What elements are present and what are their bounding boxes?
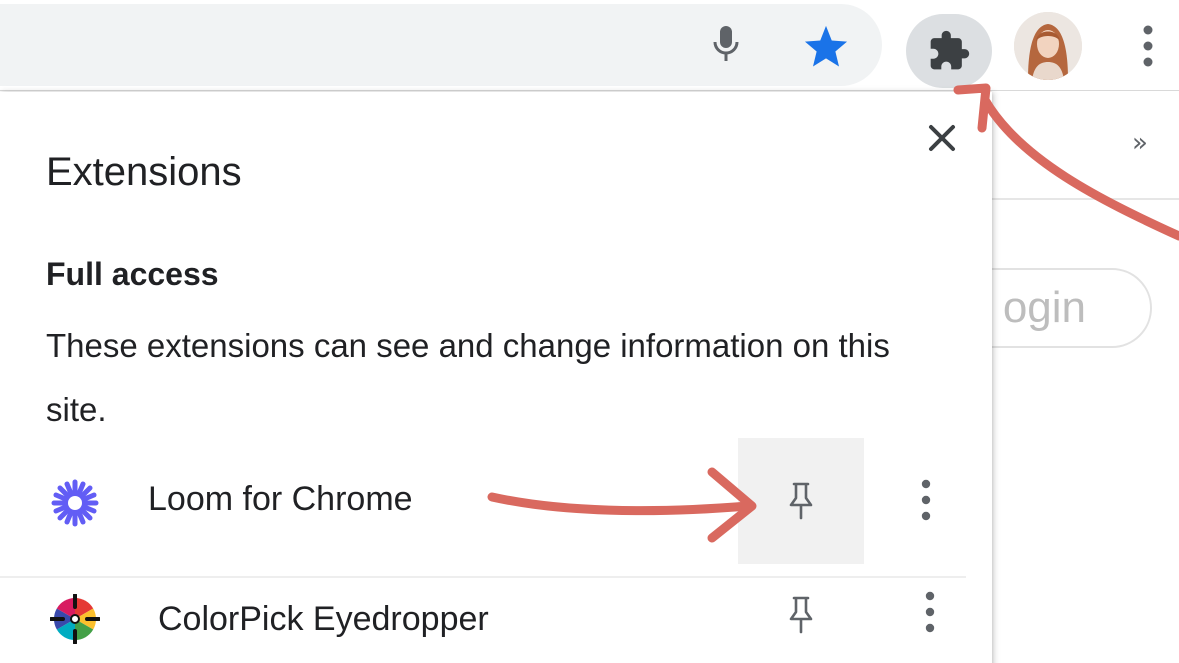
extension-name: ColorPick Eyedropper bbox=[158, 600, 489, 638]
page-divider bbox=[990, 198, 1179, 200]
more-vert-icon bbox=[925, 591, 935, 633]
pin-button[interactable] bbox=[738, 552, 864, 663]
login-button-label: ogin bbox=[1002, 283, 1086, 332]
pin-button[interactable] bbox=[738, 438, 864, 564]
screenshot: » ogin Extensions Full access These exte… bbox=[0, 0, 1179, 663]
popup-title: Extensions bbox=[46, 150, 242, 194]
extension-name: Loom for Chrome bbox=[148, 480, 413, 518]
extension-more-button[interactable] bbox=[910, 572, 950, 652]
loom-icon bbox=[48, 476, 102, 530]
extensions-button[interactable] bbox=[906, 14, 992, 88]
close-icon bbox=[929, 125, 955, 151]
browser-menu-button[interactable] bbox=[1128, 18, 1168, 74]
more-vert-icon bbox=[1143, 25, 1153, 67]
avatar-photo bbox=[1014, 12, 1082, 80]
profile-avatar[interactable] bbox=[1014, 12, 1082, 80]
extension-row-loom[interactable]: Loom for Chrome bbox=[0, 438, 966, 564]
bookmark-star-button[interactable] bbox=[798, 18, 854, 74]
more-vert-icon bbox=[921, 479, 931, 521]
bookmarks-overflow-chevron[interactable]: » bbox=[1132, 128, 1148, 158]
extensions-popup: Extensions Full access These extensions … bbox=[0, 92, 992, 663]
extension-more-button[interactable] bbox=[906, 460, 946, 540]
star-icon bbox=[804, 25, 848, 67]
extension-row-colorpick[interactable]: ColorPick Eyedropper bbox=[0, 558, 966, 663]
pin-icon bbox=[789, 482, 813, 520]
close-button[interactable] bbox=[920, 116, 964, 160]
extensions-puzzle-icon bbox=[930, 30, 970, 70]
section-description: These extensions can see and change info… bbox=[46, 327, 890, 428]
section-title: Full access bbox=[46, 256, 219, 292]
pin-icon bbox=[789, 596, 813, 634]
colorpick-icon bbox=[48, 592, 102, 646]
voice-search-button[interactable] bbox=[700, 18, 752, 70]
browser-toolbar bbox=[0, 0, 1179, 90]
microphone-icon bbox=[713, 26, 739, 61]
